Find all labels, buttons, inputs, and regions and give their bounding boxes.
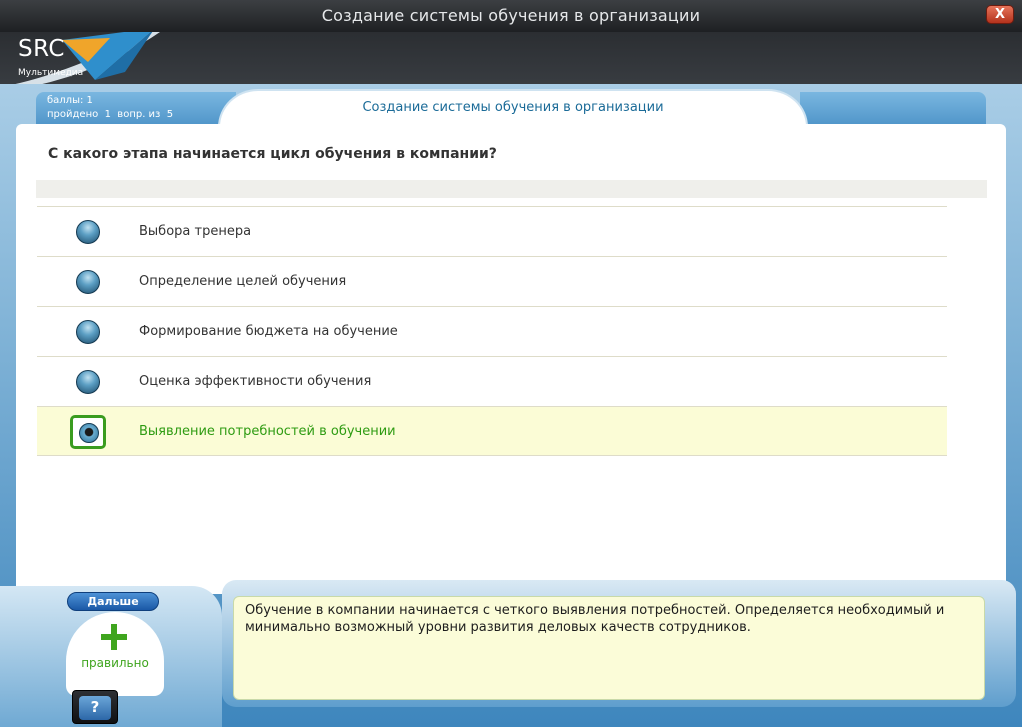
answer-option-selected[interactable]: Выявление потребностей в обучении [37, 406, 947, 456]
progress-text: пройдено 1 вопр. из 5 [47, 109, 174, 120]
window-title: Создание системы обучения в организации [321, 6, 701, 25]
feedback-text: Обучение в компании начинается с четкого… [245, 603, 945, 635]
logo-subtitle: Мультимедиа [18, 68, 84, 78]
course-title: Создание системы обучения в организации [362, 100, 664, 115]
help-icon: ? [79, 696, 111, 720]
close-button[interactable]: X [986, 5, 1014, 24]
answer-label: Выявление потребностей в обучении [139, 424, 396, 439]
radio-button[interactable] [76, 220, 100, 244]
question-text: С какого этапа начинается цикл обучения … [48, 146, 497, 162]
radio-button[interactable] [76, 370, 100, 394]
plus-icon [101, 624, 127, 650]
verdict-text: правильно [81, 656, 149, 670]
answer-label: Оценка эффективности обучения [139, 374, 372, 389]
next-button[interactable]: Дальше [67, 592, 159, 611]
answer-label: Выбора тренера [139, 224, 252, 239]
radio-button[interactable] [76, 320, 100, 344]
answer-label: Определение целей обучения [139, 274, 347, 289]
divider-strip [36, 180, 987, 198]
selected-radio-frame[interactable] [70, 415, 106, 449]
score-text: баллы: 1 [47, 95, 93, 106]
answer-option[interactable]: Определение целей обучения [37, 256, 947, 306]
answer-option[interactable]: Оценка эффективности обучения [37, 356, 947, 406]
logo-text: SRC [18, 36, 65, 62]
answer-option[interactable]: Формирование бюджета на обучение [37, 306, 947, 356]
help-button[interactable]: ? [72, 690, 118, 724]
radio-button[interactable] [76, 270, 100, 294]
answer-label: Формирование бюджета на обучение [139, 324, 398, 339]
answer-option[interactable]: Выбора тренера [37, 206, 947, 256]
window-title-bar: Создание системы обучения в организации … [0, 0, 1022, 32]
right-tab [800, 92, 986, 126]
radio-button-checked[interactable] [79, 423, 99, 443]
answer-list: Выбора тренера Определение целей обучени… [37, 206, 947, 456]
